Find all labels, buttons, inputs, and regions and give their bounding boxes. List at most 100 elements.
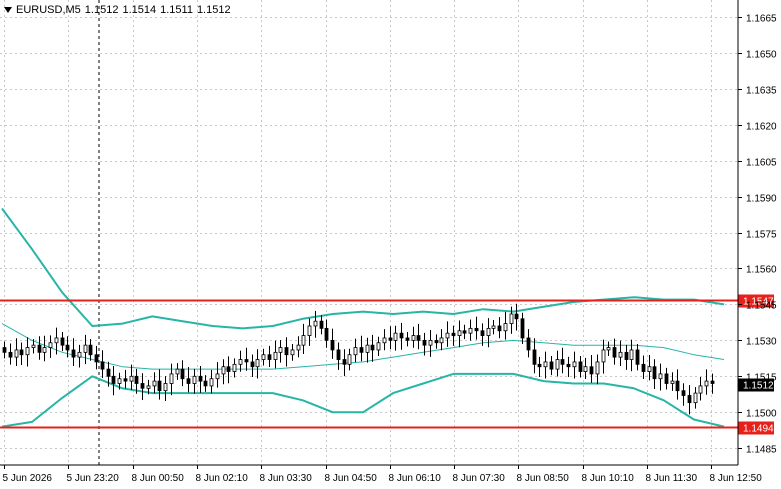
time-tick-label: 8 Jun 00:50	[132, 473, 185, 484]
candle-body	[307, 325, 312, 336]
candle-body	[635, 349, 640, 365]
ohlc-low: 1.1511	[160, 4, 193, 16]
candle-body	[94, 354, 99, 363]
candle-body	[698, 385, 703, 394]
candle-body	[612, 347, 617, 358]
candle-body	[710, 380, 715, 384]
candle-body	[583, 366, 588, 372]
candle-body	[111, 375, 116, 384]
level-price-label: 1.1494	[743, 424, 774, 435]
candle-body	[411, 335, 416, 341]
candle-body	[278, 347, 283, 353]
candle-body	[169, 373, 174, 384]
candle-body	[134, 375, 139, 384]
candle-body	[60, 337, 65, 346]
candle-body	[152, 380, 157, 387]
candle-body	[48, 342, 53, 348]
candle-body	[175, 368, 180, 375]
candle-body	[704, 380, 709, 387]
candle-body	[65, 344, 70, 351]
candle-body	[543, 361, 548, 368]
time-tick-label: 5 Jun 23:20	[67, 473, 120, 484]
candle-body	[157, 380, 162, 392]
candle-body	[509, 313, 514, 324]
candle-body	[83, 344, 88, 353]
candle-body	[393, 332, 398, 341]
chart-header: EURUSD,M5 1.1512 1.1514 1.1511 1.1512	[4, 4, 231, 16]
candle-body	[8, 351, 13, 358]
candle-body	[462, 330, 467, 334]
candle-body	[652, 366, 657, 380]
candle-body	[163, 383, 168, 392]
candle-body	[324, 327, 329, 341]
price-tick-label: 1.1590	[746, 194, 777, 205]
candle-body	[226, 366, 231, 372]
candle-body	[664, 373, 669, 384]
candle-body	[572, 361, 577, 368]
time-axis[interactable]: 5 Jun 2026 5 Jun 23:20 8 Jun 00:50 8 Jun 02…	[3, 465, 763, 484]
candle-body	[37, 344, 42, 353]
candle-body	[405, 337, 410, 341]
candle-body	[250, 361, 255, 368]
candle-body	[526, 337, 531, 351]
candle-body	[532, 349, 537, 365]
candle-body	[140, 383, 145, 389]
candle-body	[601, 349, 606, 363]
candle-body	[129, 375, 134, 382]
candle-body	[693, 392, 698, 404]
price-tick-label: 1.1575	[746, 230, 777, 241]
candle-body	[434, 339, 439, 344]
candle-body	[180, 368, 185, 380]
candle-body	[232, 363, 237, 372]
candle-body	[399, 332, 404, 339]
candle-body	[123, 378, 128, 382]
price-tick-label: 1.1620	[746, 122, 777, 133]
candle-body	[555, 359, 560, 370]
candle-body	[330, 339, 335, 351]
candle-body	[388, 337, 393, 341]
candle-body	[675, 380, 680, 392]
candle-body	[255, 359, 260, 368]
candle-body	[100, 361, 105, 370]
candle-body	[347, 354, 352, 365]
dropdown-triangle-icon[interactable]	[4, 7, 12, 13]
price-tick-label: 1.1605	[746, 158, 777, 169]
candle-body	[549, 361, 554, 370]
candle-body	[203, 380, 208, 387]
candle-body	[290, 349, 295, 356]
time-tick-label: 8 Jun 04:50	[325, 473, 378, 484]
price-tick-label: 1.1500	[746, 409, 777, 420]
candle-body	[319, 320, 324, 329]
candle-body	[284, 347, 289, 356]
candle-body	[497, 325, 502, 332]
candle-body	[353, 347, 358, 356]
candle-body	[566, 363, 571, 368]
candle-body	[486, 327, 491, 336]
candle-body	[514, 313, 519, 320]
candle-body	[221, 366, 226, 375]
price-chart[interactable]: 1.15471.14941.1512 1.16651.16501.16351.1…	[0, 0, 781, 489]
time-tick-label: 8 Jun 03:30	[260, 473, 313, 484]
candle-body	[647, 366, 652, 372]
candle-body	[578, 361, 583, 372]
candle-body	[641, 363, 646, 372]
candle-body	[589, 366, 594, 375]
candle-body	[428, 339, 433, 346]
candle-body	[42, 347, 47, 353]
price-tick-label: 1.1665	[746, 14, 777, 25]
time-tick-label: 8 Jun 10:10	[582, 473, 635, 484]
candle-body	[474, 327, 479, 332]
price-tick-label: 1.1530	[746, 337, 777, 348]
time-tick-label: 5 Jun 2026	[3, 473, 53, 484]
plot-area[interactable]	[0, 0, 738, 465]
price-tick-label: 1.1515	[746, 373, 777, 384]
candle-body	[376, 342, 381, 351]
price-tick-label: 1.1635	[746, 86, 777, 97]
candle-body	[106, 368, 111, 377]
candle-body	[244, 359, 249, 363]
ohlc-close: 1.1512	[196, 4, 231, 16]
price-tick-label: 1.1650	[746, 50, 777, 61]
candle-body	[681, 390, 686, 396]
candle-body	[215, 373, 220, 380]
candle-body	[209, 378, 214, 387]
